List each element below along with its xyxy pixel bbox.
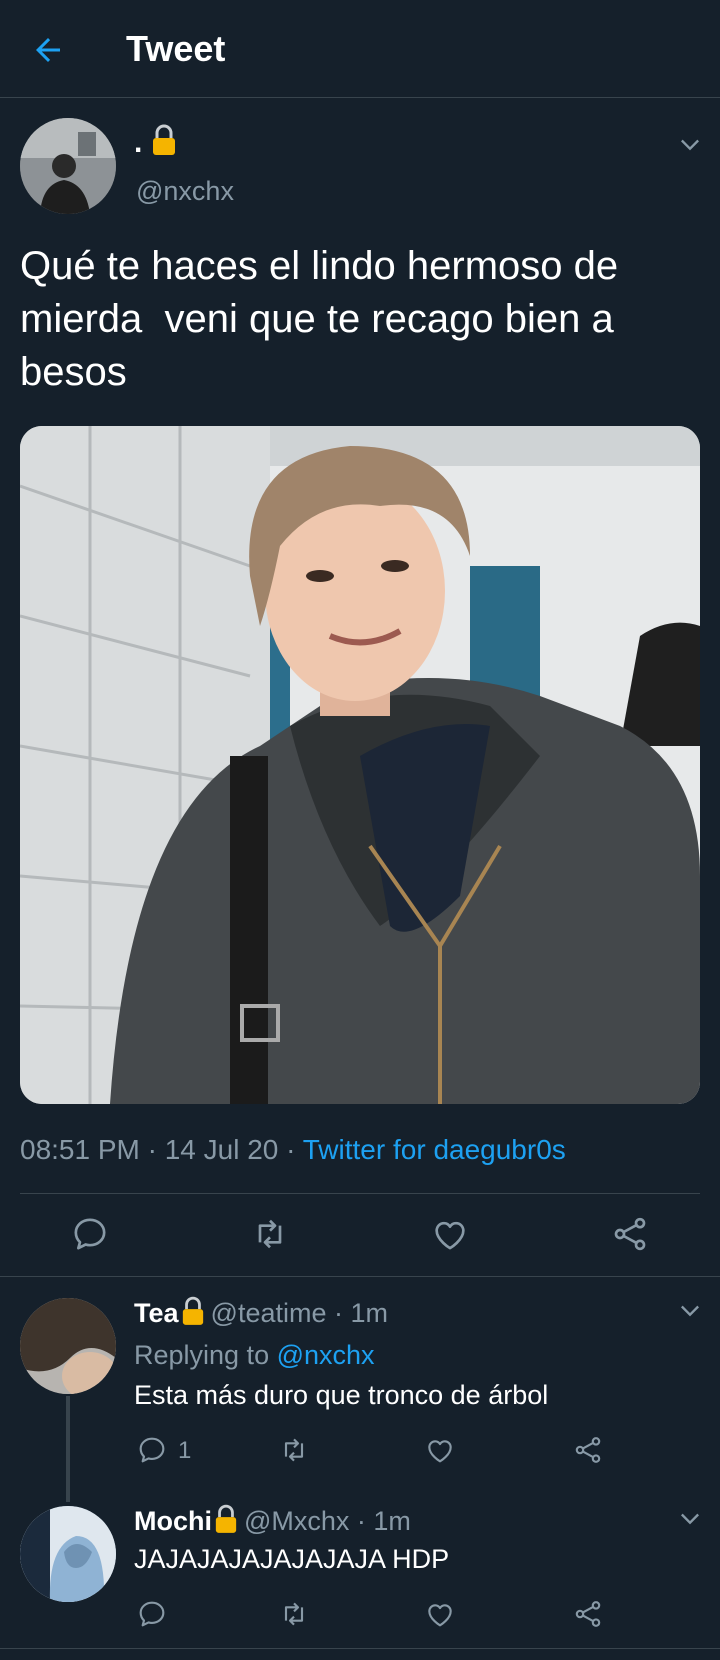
reply-text: JAJAJAJAJAJAJAJA HDP [134, 1544, 450, 1574]
reply-handle-time: @teatime · 1m [210, 1298, 388, 1328]
replying-to-link[interactable]: @nxchx [277, 1340, 375, 1370]
thread-line [66, 1396, 70, 1502]
reply-header: Tea @teatime · 1m [134, 1296, 388, 1329]
reply-display-name[interactable]: Tea [134, 1298, 179, 1328]
reply-handle-time: @Mxchx · 1m [244, 1506, 411, 1536]
like-icon[interactable] [424, 1434, 456, 1466]
retweet-icon[interactable] [278, 1598, 310, 1630]
author-username[interactable]: @nxchx [136, 176, 234, 207]
author-avatar[interactable] [20, 118, 116, 214]
like-icon[interactable] [430, 1214, 470, 1254]
reply-icon[interactable] [136, 1598, 168, 1630]
divider [0, 1648, 720, 1649]
back-arrow-icon[interactable] [30, 32, 66, 68]
tweet-photo[interactable] [20, 426, 700, 1104]
divider [0, 1276, 720, 1277]
tweet-timestamp: 08:51 PM · 14 Jul 20 · Twitter for daegu… [20, 1134, 566, 1165]
top-bar: Tweet [0, 0, 720, 98]
tweet-text: Qué te haces el lindo hermoso de mierda … [20, 244, 630, 394]
lock-icon [215, 1504, 237, 1533]
divider [20, 1193, 700, 1194]
share-icon[interactable] [610, 1214, 650, 1254]
reply-icon[interactable] [136, 1434, 168, 1466]
reply-header: Mochi @Mxchx · 1m [134, 1504, 411, 1537]
reply-avatar[interactable] [20, 1298, 116, 1394]
lock-icon [182, 1296, 203, 1325]
like-icon[interactable] [424, 1598, 456, 1630]
author-display-name[interactable]: . [134, 124, 177, 160]
reply-text: Esta más duro que tronco de árbol [134, 1380, 549, 1410]
share-icon[interactable] [572, 1434, 604, 1466]
retweet-icon[interactable] [250, 1214, 290, 1254]
lock-icon [152, 124, 175, 155]
page-title: Tweet [126, 28, 226, 69]
reply-display-name[interactable]: Mochi [134, 1506, 212, 1536]
chevron-down-icon[interactable] [676, 1296, 704, 1324]
reply-avatar[interactable] [20, 1506, 116, 1602]
reply-icon[interactable] [70, 1214, 110, 1254]
share-icon[interactable] [572, 1598, 604, 1630]
chevron-down-icon[interactable] [676, 130, 704, 158]
replying-to: Replying to @nxchx [134, 1340, 375, 1370]
retweet-icon[interactable] [278, 1434, 310, 1466]
tweet-source-link[interactable]: Twitter for daegubr0s [303, 1134, 566, 1165]
reply-count: 1 [178, 1437, 192, 1464]
chevron-down-icon[interactable] [676, 1504, 704, 1532]
